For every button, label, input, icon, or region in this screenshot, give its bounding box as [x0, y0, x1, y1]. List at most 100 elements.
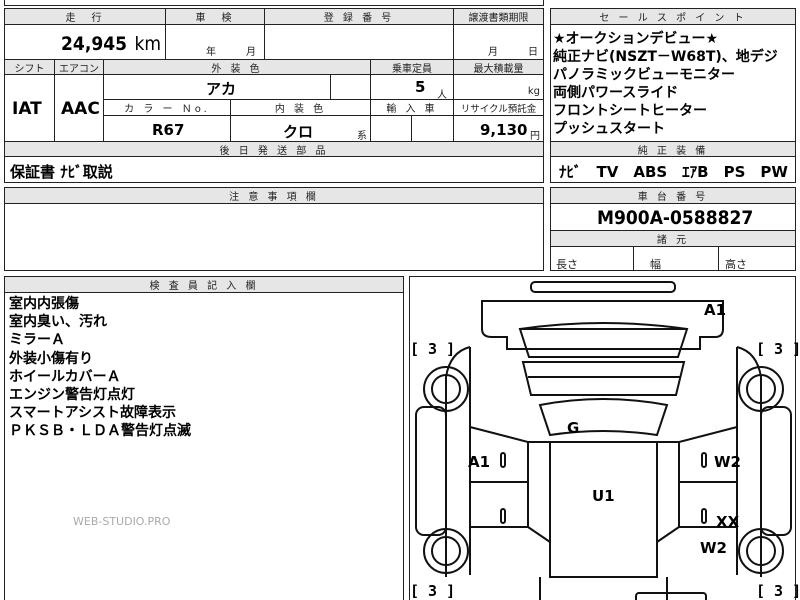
shift-header: シフト [4, 59, 55, 75]
dim-length-cell: 長さ [550, 246, 634, 271]
transfer-day-unit: 日 [528, 47, 538, 58]
recycle-cell: 9,130 円 [453, 115, 544, 142]
top-strip [4, 0, 544, 6]
dim-height-label: 高さ [725, 258, 747, 271]
import-cell-b [411, 115, 454, 142]
mark-right-rear: W2 [700, 539, 727, 557]
aircon-header: エアコン [54, 59, 104, 75]
exterior-extra-cell [330, 74, 371, 100]
sales-point-line: ★オークションデビュー★ [553, 31, 719, 47]
mark-roof-front: A1 [704, 301, 727, 319]
inspector-line: エンジン警告灯点灯 [9, 387, 135, 404]
color-no-header: カ ラ ー Ｎo. [103, 99, 231, 116]
right-doors [678, 426, 738, 528]
tire-rear-right-depth: [ 3 ] [756, 582, 800, 600]
watermark: WEB-STUDIO.PRO [73, 515, 171, 528]
capacity-header: 乗車定員 [370, 59, 454, 75]
capacity-cell: 5 人 [370, 74, 454, 101]
aircon-value: AAC [61, 99, 100, 119]
sales-point-line: プッシュスタート [553, 121, 665, 137]
dim-length-label: 長さ [556, 258, 578, 271]
dim-height-cell: 高さ [718, 246, 796, 271]
inspector-cell: 室内内張傷 室内臭い、汚れ ミラーＡ 外装小傷有り ホイールカバーＡ エンジン警… [4, 292, 404, 600]
shaken-month-unit: 月 [246, 47, 256, 58]
tire-front-left-depth: [ 3 ] [410, 340, 456, 358]
exterior-color-value: アカ [206, 80, 237, 98]
inspector-line: 室内内張傷 [9, 296, 79, 312]
inspector-line: ＰＫＳＢ・ＬＤＡ警告灯点滅 [9, 423, 191, 440]
chassis-cell: M900A-0588827 [550, 203, 796, 231]
car-diagram-panel: A1 G A1 W2 U1 XX W2 [ 3 ] [ 3 ] [ 3 ] [ … [409, 276, 800, 600]
recycle-header: リサイクル預託金 [453, 99, 544, 116]
registration-header: 登 録 番 号 [264, 8, 454, 25]
exterior-color-header: 外 装 色 [103, 59, 371, 75]
chassis-header: 車 台 番 号 [550, 187, 796, 204]
registration-cell [264, 24, 454, 60]
shaken-year-unit: 年 [206, 47, 216, 58]
inspector-line: ミラーＡ [9, 332, 65, 349]
capacity-value: 5 [415, 78, 426, 96]
sales-point-line: 両側パワースライド [553, 85, 679, 101]
max-load-unit: kg [527, 86, 540, 97]
windshield [538, 398, 669, 437]
notes-header: 注 意 事 項 欄 [4, 187, 544, 204]
sales-points-header: セ ー ル ス ポ イ ン ト [550, 8, 796, 25]
transfer-month-unit: 月 [488, 47, 498, 58]
transfer-cell: 月 日 [453, 24, 544, 60]
later-parts-value: 保証書 ﾅﾋﾞ取説 [10, 163, 113, 181]
interior-color-header: 内 装 色 [230, 99, 371, 116]
dim-width-label: 幅 [650, 258, 661, 271]
shift-cell: IAT [4, 74, 55, 142]
transfer-header: 譲渡書類期限 [453, 8, 544, 25]
aircon-cell: AAC [54, 74, 104, 142]
mark-left-door: A1 [468, 453, 491, 471]
later-parts-cell: 保証書 ﾅﾋﾞ取説 [4, 156, 544, 183]
color-no-cell: R67 [103, 115, 231, 142]
exterior-color-cell: アカ [103, 74, 331, 100]
inspector-line: 外装小傷有り [9, 350, 93, 367]
import-cell-a [370, 115, 412, 142]
right-side-panel [760, 406, 792, 536]
mileage-value: 24,945 [61, 33, 127, 55]
mark-roof: U1 [592, 487, 615, 505]
shaken-header: 車 検 [165, 8, 265, 25]
front-bumper-outline [635, 592, 707, 600]
mark-bonnet: G [567, 419, 580, 437]
sales-point-line: 純正ナビ(NSZT－W68T)、地デジ [553, 49, 778, 65]
recycle-unit: 円 [530, 131, 540, 142]
mark-right-door-front: W2 [714, 453, 741, 471]
rear-outline [481, 300, 724, 350]
equipment-cell: ﾅﾋﾞ TV ABS ｴｱB PS PW [550, 156, 796, 183]
sales-point-line: フロントシートヒーター [553, 103, 707, 119]
notes-cell [4, 203, 544, 271]
recycle-value: 9,130 [480, 121, 528, 139]
inspector-line: ホイールカバーＡ [9, 368, 121, 385]
upper-cabin [521, 361, 686, 396]
tire-front-right-depth: [ 3 ] [756, 340, 800, 358]
tire-rear-left-depth: [ 3 ] [410, 582, 456, 600]
max-load-header: 最大積載量 [453, 59, 544, 75]
mark-right-door-rear: XX [716, 513, 740, 531]
inspector-header: 検 査 員 記 入 欄 [4, 276, 404, 293]
inspector-line: 室内臭い、汚れ [9, 314, 107, 331]
mileage-unit: km [134, 33, 161, 55]
left-side-panel [415, 406, 447, 536]
roof-center [549, 441, 658, 578]
rear-bumper-outline [530, 281, 676, 293]
later-parts-header: 後 日 発 送 部 品 [4, 141, 544, 157]
dim-width-cell: 幅 [633, 246, 719, 271]
max-load-cell: kg [453, 74, 544, 100]
dimensions-header: 諸 元 [550, 230, 796, 247]
sales-points-cell: ★オークションデビュー★ 純正ナビ(NSZT－W68T)、地デジ パノラミックビ… [550, 24, 796, 142]
import-header: 輸 入 車 [370, 99, 454, 116]
rear-window [518, 328, 689, 358]
left-doors [469, 426, 529, 528]
shift-value: IAT [12, 99, 42, 119]
mileage-cell: 24,945 km [4, 24, 166, 60]
sales-point-line: パノラミックビューモニター [553, 67, 735, 83]
color-no-value: R67 [152, 121, 185, 139]
equipment-header: 純 正 装 備 [550, 141, 796, 157]
equipment-value: ﾅﾋﾞ TV ABS ｴｱB PS PW [559, 163, 788, 181]
mileage-header: 走 行 [4, 8, 166, 25]
interior-color-cell: クロ 系 [230, 115, 371, 142]
